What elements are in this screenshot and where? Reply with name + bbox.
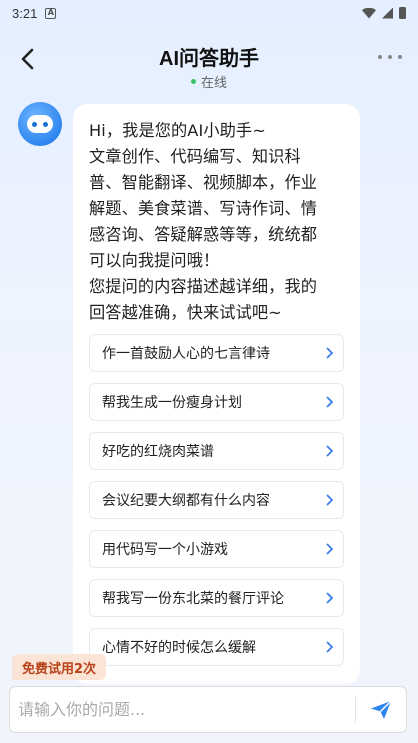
more-dot-icon [388,55,392,59]
suggestion-list: 作一首鼓励人心的七言律诗 帮我生成一份瘦身计划 好吃的红烧肉菜谱 会议纪要大纲都… [89,334,344,666]
online-dot-icon [190,79,196,84]
suggestion-item[interactable]: 帮我写一份东北菜的餐厅评论 [89,579,344,617]
suggestion-item[interactable]: 帮我生成一份瘦身计划 [89,383,344,421]
online-status-label: 在线 [200,76,227,91]
suggestion-item[interactable]: 好吃的红烧肉菜谱 [89,432,344,470]
more-dot-icon [398,55,402,59]
suggestion-label: 帮我生成一份瘦身计划 [102,395,242,411]
chevron-right-icon [326,396,333,408]
header: AI问答助手 在线 [0,36,418,96]
send-button[interactable] [356,687,406,732]
free-trial-badge: 免费试用2次 [12,654,107,680]
app-notification-icon: A [45,7,57,19]
status-indicators [362,7,406,19]
chevron-right-icon [326,494,333,506]
status-time: 3:21 [12,5,38,21]
more-dot-icon [378,55,382,59]
chevron-right-icon [326,592,333,604]
wifi-icon [362,7,376,19]
signal-icon [382,7,393,19]
question-input[interactable] [10,687,355,732]
assistant-message-bubble: Hi，我是您的AI小助手~ 文章创作、代码编写、知识科 普、智能翻译、视频脚本，… [73,104,360,684]
chevron-right-icon [326,445,333,457]
online-status: 在线 [0,72,418,91]
suggestion-item[interactable]: 作一首鼓励人心的七言律诗 [89,334,344,372]
suggestion-label: 会议纪要大纲都有什么内容 [102,493,270,509]
chevron-right-icon [326,347,333,359]
more-options-button[interactable] [378,50,402,64]
input-bar [9,686,407,733]
chevron-right-icon [326,543,333,555]
suggestion-item[interactable]: 用代码写一个小游戏 [89,530,344,568]
page-title: AI问答助手 [159,48,259,70]
battery-icon [399,7,406,19]
suggestion-label: 作一首鼓励人心的七言律诗 [102,346,270,362]
assistant-avatar [18,102,62,146]
suggestion-label: 用代码写一个小游戏 [102,542,228,558]
send-icon [371,700,392,719]
suggestion-item[interactable]: 心情不好的时候怎么缓解 [89,628,344,666]
suggestion-label: 帮我写一份东北菜的餐厅评论 [102,591,284,607]
greeting-text: Hi，我是您的AI小助手~ 文章创作、代码编写、知识科 普、智能翻译、视频脚本，… [89,121,318,322]
suggestion-label: 心情不好的时候怎么缓解 [102,640,256,656]
robot-icon [27,115,53,133]
chevron-right-icon [326,641,333,653]
suggestion-label: 好吃的红烧肉菜谱 [102,444,214,460]
status-bar: 3:21 A [0,0,418,26]
suggestion-item[interactable]: 会议纪要大纲都有什么内容 [89,481,344,519]
